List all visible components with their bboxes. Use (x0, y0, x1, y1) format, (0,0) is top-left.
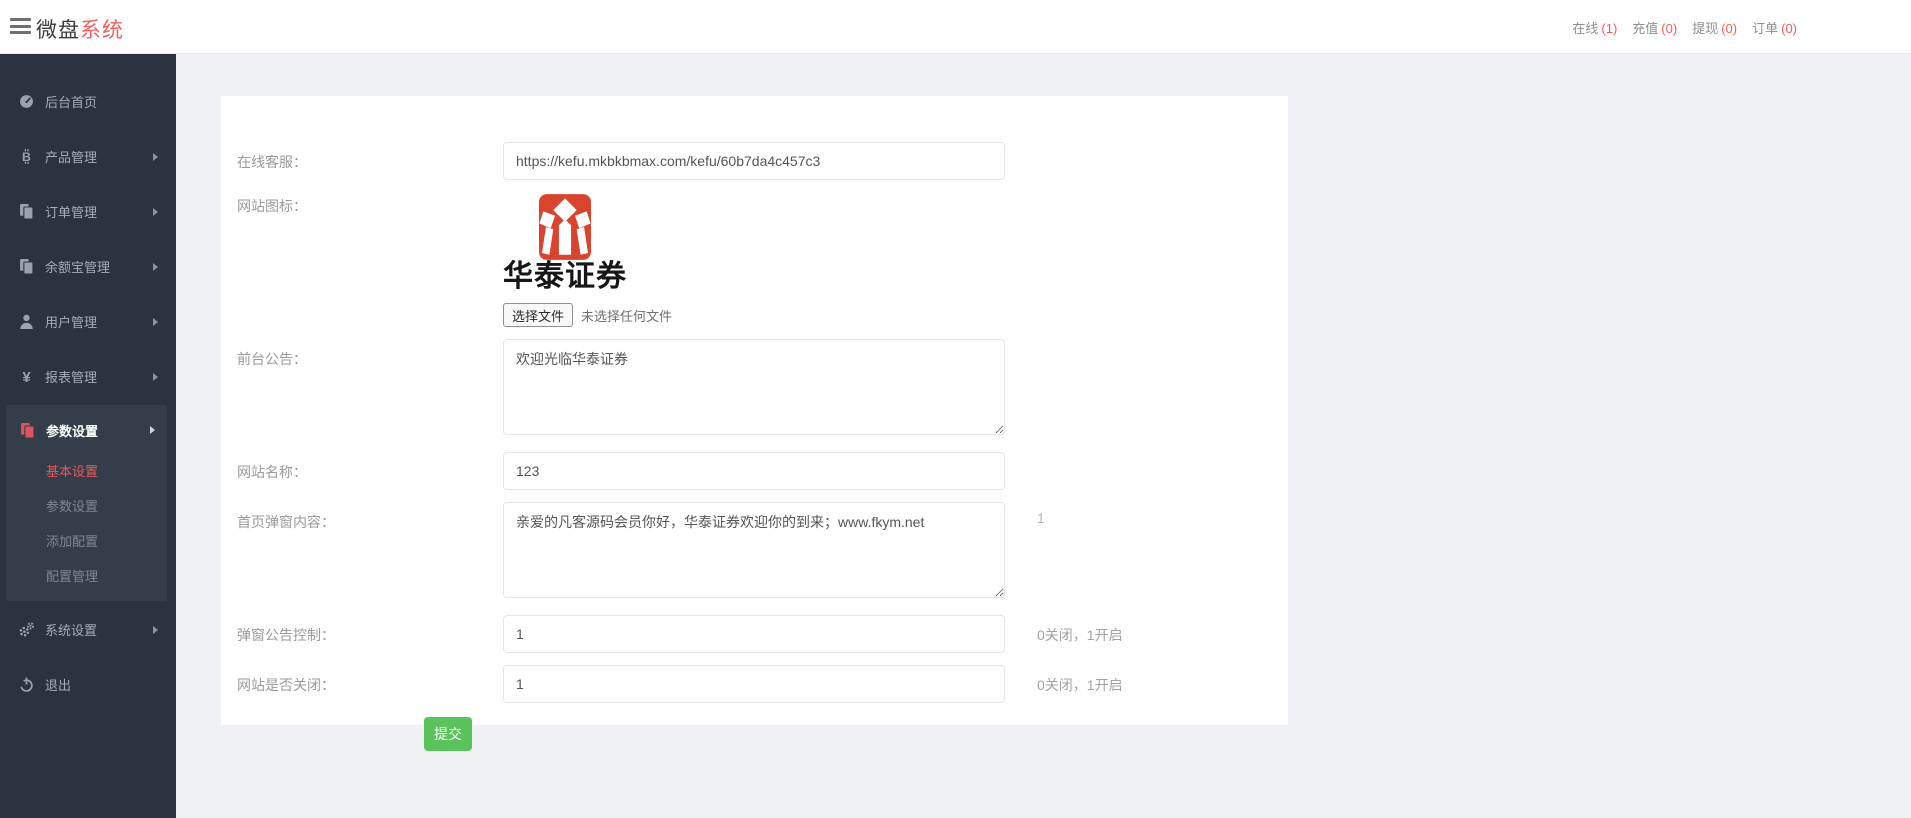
sidebar-item-label: 产品管理 (45, 150, 98, 165)
choose-file-button[interactable]: 选择文件 (503, 303, 574, 327)
front-notice-label: 前台公告： (237, 351, 307, 367)
online-service-input[interactable] (503, 142, 1005, 180)
settings-panel: 在线客服： 网站图标： (221, 96, 1288, 751)
site-name-label: 网站名称： (237, 464, 307, 480)
brand-part1: 微盘 (36, 19, 80, 42)
gears-icon (19, 622, 34, 637)
yen-icon: ¥ (19, 369, 34, 384)
popup-content-hint: 1 (1037, 510, 1045, 526)
sidebar-item-system-settings[interactable]: 系统设置 (0, 602, 176, 657)
sidebar-subitem-config-manage[interactable]: 配置管理 (6, 558, 167, 593)
submit-button[interactable]: 提交 (424, 717, 472, 751)
site-name-input[interactable] (503, 452, 1005, 490)
sidebar: 后台首页 B 产品管理 订单管理 余额宝管理 用户管理 ¥ 报表管理 参数设置 … (0, 54, 176, 818)
nav-online-link[interactable]: 在线 (1) (1572, 18, 1617, 37)
form-row-submit: 提交 (237, 717, 1288, 751)
sidebar-item-label: 订单管理 (45, 205, 98, 220)
chevron-right-icon (153, 317, 158, 326)
file-status-text: 未选择任何文件 (581, 308, 673, 324)
sidebar-item-reports[interactable]: ¥ 报表管理 (0, 349, 176, 404)
nav-orders-label: 订单 (1752, 20, 1779, 36)
chevron-right-icon (153, 625, 158, 634)
site-icon-label: 网站图标： (237, 198, 307, 214)
nav-orders-link[interactable]: 订单 (0) (1752, 18, 1797, 37)
chevron-right-icon (153, 207, 158, 216)
nav-recharge-link[interactable]: 充值 (0) (1632, 18, 1677, 37)
svg-text:B: B (22, 150, 31, 164)
sidebar-item-label: 系统设置 (45, 623, 98, 638)
sidebar-item-orders[interactable]: 订单管理 (0, 184, 176, 239)
files-icon (19, 204, 34, 219)
hamburger-menu-icon[interactable] (10, 18, 31, 35)
form-row-online-service: 在线客服： (237, 142, 1288, 180)
sidebar-item-yuebao[interactable]: 余额宝管理 (0, 239, 176, 294)
popup-content-label: 首页弹窗内容： (237, 514, 335, 530)
sidebar-subitem-param-settings[interactable]: 参数设置 (6, 488, 167, 523)
basic-settings-form: 在线客服： 网站图标： (221, 96, 1288, 751)
sidebar-item-label: 后台首页 (45, 95, 98, 110)
sidebar-item-dashboard[interactable]: 后台首页 (0, 74, 176, 129)
front-notice-textarea[interactable]: 欢迎光临华泰证券 (503, 339, 1005, 435)
popup-content-textarea[interactable]: 亲爱的凡客源码会员你好，华泰证券欢迎你的到来；www.fkym.net (503, 502, 1005, 598)
site-closed-hint: 0关闭，1开启 (1037, 677, 1123, 693)
sidebar-item-label: 参数设置 (46, 423, 99, 439)
chevron-right-icon (153, 152, 158, 161)
sidebar-item-label: 余额宝管理 (45, 260, 111, 275)
user-icon (19, 314, 34, 329)
subitem-label: 添加配置 (46, 534, 99, 549)
app-logo: 微盘系统 (36, 14, 124, 44)
sidebar-group-params: 参数设置 基本设置 参数设置 添加配置 配置管理 (6, 405, 167, 601)
sidebar-subitem-add-config[interactable]: 添加配置 (6, 523, 167, 558)
huatai-logo-icon (539, 194, 591, 260)
subitem-label: 基本设置 (46, 464, 99, 479)
form-row-site-closed: 网站是否关闭： 0关闭，1开启 (237, 665, 1288, 703)
form-row-site-icon: 网站图标： 华泰证券 选择文件 未选择任何文件 (237, 192, 1288, 327)
chevron-right-icon (150, 426, 155, 434)
nav-recharge-count: (0) (1661, 20, 1678, 36)
nav-withdraw-label: 提现 (1692, 20, 1719, 36)
nav-online-count: (1) (1601, 20, 1618, 36)
sidebar-item-logout[interactable]: 退出 (0, 657, 176, 712)
chevron-right-icon (153, 262, 158, 271)
brand-part2: 系统 (80, 19, 124, 42)
nav-orders-count: (0) (1781, 20, 1797, 36)
popup-control-hint: 0关闭，1开启 (1037, 627, 1123, 643)
form-row-site-name: 网站名称： (237, 452, 1288, 490)
power-icon (19, 677, 34, 692)
site-icon-preview: 华泰证券 (503, 192, 627, 293)
popup-control-label: 弹窗公告控制： (237, 627, 335, 643)
subitem-label: 配置管理 (46, 569, 99, 584)
popup-control-input[interactable] (503, 615, 1005, 653)
files-icon (20, 422, 35, 438)
nav-online-label: 在线 (1572, 20, 1599, 36)
dashboard-icon (19, 94, 34, 109)
form-row-popup-control: 弹窗公告控制： 0关闭，1开启 (237, 615, 1288, 653)
nav-recharge-label: 充值 (1632, 20, 1659, 36)
subitem-label: 参数设置 (46, 499, 99, 514)
sidebar-item-params-settings[interactable]: 参数设置 (6, 407, 167, 453)
huatai-logo-caption: 华泰证券 (503, 260, 627, 293)
form-row-popup-content: 首页弹窗内容： 亲爱的凡客源码会员你好，华泰证券欢迎你的到来；www.fkym.… (237, 502, 1288, 603)
main-content: 在线客服： 网站图标： (176, 54, 1911, 818)
sidebar-item-label: 退出 (45, 678, 72, 693)
site-closed-input[interactable] (503, 665, 1005, 703)
form-row-front-notice: 前台公告： 欢迎光临华泰证券 (237, 339, 1288, 440)
nav-withdraw-count: (0) (1721, 20, 1738, 36)
sidebar-item-products[interactable]: B 产品管理 (0, 129, 176, 184)
header-status-nav: 在线 (1) 充值 (0) 提现 (0) 订单 (0) (1572, 0, 1797, 54)
sidebar-item-users[interactable]: 用户管理 (0, 294, 176, 349)
bitcoin-icon: B (19, 149, 34, 164)
site-closed-label: 网站是否关闭： (237, 677, 335, 693)
sidebar-item-label: 用户管理 (45, 315, 98, 330)
svg-text:¥: ¥ (22, 369, 31, 384)
chevron-right-icon (153, 372, 158, 381)
files-icon (19, 259, 34, 274)
sidebar-item-label: 报表管理 (45, 370, 98, 385)
nav-withdraw-link[interactable]: 提现 (0) (1692, 18, 1737, 37)
sidebar-subitem-basic-settings[interactable]: 基本设置 (6, 453, 167, 488)
top-header: 微盘系统 在线 (1) 充值 (0) 提现 (0) 订单 (0) (0, 0, 1911, 54)
file-input-row: 选择文件 未选择任何文件 (503, 303, 1005, 327)
online-service-label: 在线客服： (237, 154, 307, 170)
